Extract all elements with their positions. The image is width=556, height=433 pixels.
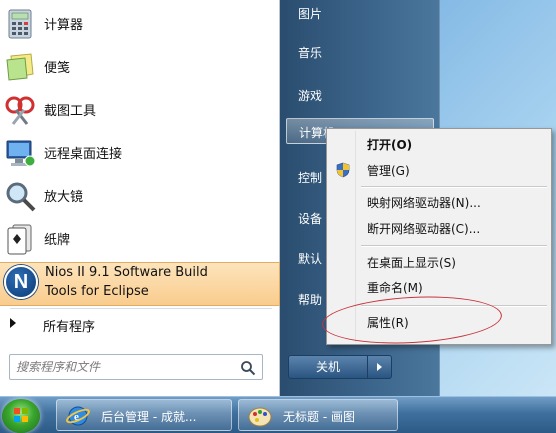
program-label: 远程桌面连接 bbox=[44, 147, 123, 162]
remote-desktop-icon bbox=[6, 140, 36, 166]
menu-item-rename[interactable]: 重命名(M) bbox=[329, 276, 549, 298]
menu-item-show-on-desktop[interactable]: 在桌面上显示(S) bbox=[329, 251, 549, 273]
place-label: 游戏 bbox=[298, 89, 323, 103]
place-item-music[interactable]: 音乐 bbox=[280, 39, 440, 65]
all-programs-button[interactable]: 所有程序 bbox=[0, 312, 280, 338]
taskbar-button-browser[interactable]: e 后台管理 - 成就... bbox=[56, 399, 232, 431]
menu-item-map-drive[interactable]: 映射网络驱动器(N)... bbox=[329, 191, 549, 213]
taskbar-button-paint[interactable]: 无标题 - 画图 bbox=[238, 399, 398, 431]
program-item-magnifier[interactable]: 放大镜 bbox=[0, 174, 280, 217]
menu-item-disconnect-drive[interactable]: 断开网络驱动器(C)... bbox=[329, 217, 549, 239]
arrow-right-icon bbox=[10, 318, 16, 328]
menu-separator bbox=[361, 245, 547, 247]
place-label: 控制 bbox=[298, 171, 323, 185]
shield-icon bbox=[336, 162, 350, 178]
search-input[interactable] bbox=[9, 354, 263, 380]
sticky-notes-icon bbox=[6, 52, 34, 81]
place-item-pictures[interactable]: 图片 bbox=[280, 0, 440, 26]
place-item-games[interactable]: 游戏 bbox=[280, 82, 440, 108]
place-label: 设备 bbox=[298, 212, 323, 226]
shutdown-button[interactable]: 关机 bbox=[288, 355, 368, 379]
paint-icon bbox=[248, 407, 272, 427]
menu-item-label: 断开网络驱动器(C)... bbox=[367, 222, 481, 236]
nios-label-line1: Nios II 9.1 Software Build bbox=[45, 265, 208, 280]
start-menu-programs-pane: 计算器 便笺 截图工具 远程桌面连接 放大镜 纸牌 N Nios II 9.1 … bbox=[0, 0, 280, 396]
program-label: 便笺 bbox=[44, 61, 71, 76]
program-label: 放大镜 bbox=[44, 190, 84, 205]
solitaire-icon bbox=[7, 224, 32, 254]
program-item-calculator[interactable]: 计算器 bbox=[0, 2, 280, 45]
snipping-tool-icon bbox=[5, 96, 35, 125]
taskbar-button-label: 后台管理 - 成就... bbox=[101, 410, 197, 424]
ie-icon: e bbox=[66, 406, 90, 426]
nios-label-line2: Tools for Eclipse bbox=[45, 284, 149, 299]
menu-separator bbox=[361, 186, 547, 188]
shutdown-options-button[interactable] bbox=[368, 355, 392, 379]
start-button[interactable] bbox=[2, 399, 40, 433]
program-item-sticky-notes[interactable]: 便笺 bbox=[0, 45, 280, 88]
menu-item-label: 重命名(M) bbox=[367, 281, 423, 295]
menu-item-label: 管理(G) bbox=[367, 164, 410, 178]
menu-item-open[interactable]: 打开(O) bbox=[329, 133, 549, 155]
menu-item-label: 在桌面上显示(S) bbox=[367, 256, 456, 270]
place-label: 音乐 bbox=[298, 46, 323, 60]
place-label: 图片 bbox=[298, 7, 323, 21]
windows-logo-icon bbox=[14, 408, 28, 422]
menu-item-manage[interactable]: 管理(G) bbox=[329, 159, 549, 181]
programs-divider bbox=[10, 308, 272, 309]
program-item-snipping-tool[interactable]: 截图工具 bbox=[0, 88, 280, 131]
program-item-remote-desktop[interactable]: 远程桌面连接 bbox=[0, 131, 280, 174]
calculator-icon bbox=[8, 9, 32, 38]
search-icon[interactable] bbox=[240, 360, 256, 376]
program-item-solitaire[interactable]: 纸牌 bbox=[0, 217, 280, 260]
program-label: 截图工具 bbox=[44, 104, 97, 119]
nios-icon: N bbox=[4, 265, 38, 299]
menu-item-label: 打开(O) bbox=[367, 138, 413, 152]
menu-item-label: 映射网络驱动器(N)... bbox=[367, 196, 481, 210]
svg-text:e: e bbox=[74, 411, 79, 423]
all-programs-label: 所有程序 bbox=[43, 320, 96, 335]
magnifier-icon bbox=[6, 182, 36, 211]
taskbar-button-label: 无标题 - 画图 bbox=[283, 410, 355, 424]
program-label: 纸牌 bbox=[44, 233, 71, 248]
place-label: 帮助 bbox=[298, 293, 323, 307]
place-label: 默认 bbox=[298, 252, 323, 266]
program-label: 计算器 bbox=[44, 18, 84, 33]
